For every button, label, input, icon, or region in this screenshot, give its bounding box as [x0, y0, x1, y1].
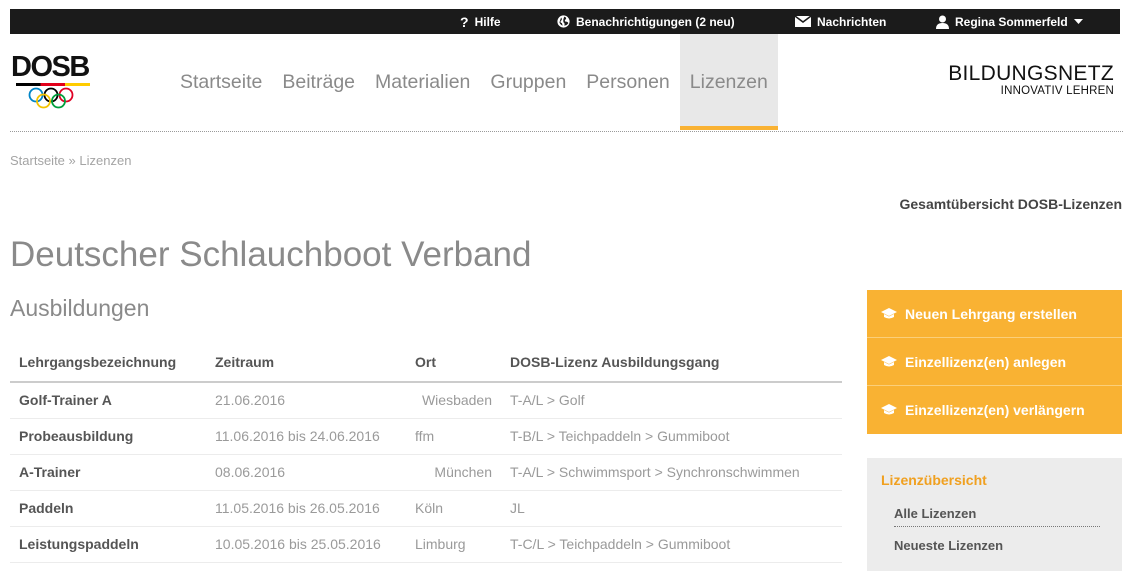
table-row[interactable]: A-Trainer 08.06.2016 München T-A/L > Sch…: [10, 454, 842, 491]
graduation-cap-icon: [881, 307, 897, 318]
main-nav: Startseite Beiträge Materialien Gruppen …: [170, 34, 778, 130]
extend-license-button[interactable]: Einzellizenz(en) verlängern: [867, 386, 1122, 434]
header-lizenz[interactable]: DOSB-Lizenz Ausbildungsgang: [501, 343, 842, 383]
header-zeitraum[interactable]: Zeitraum: [206, 343, 406, 383]
create-course-label: Neuen Lehrgang erstellen: [905, 305, 1077, 322]
course-name[interactable]: Leistungspaddeln: [10, 526, 206, 563]
table-row[interactable]: Paddeln 11.05.2016 bis 26.05.2016 Köln J…: [10, 490, 842, 527]
course-period: 11.06.2016 bis 24.06.2016: [206, 418, 406, 455]
license-overview-item-newest[interactable]: Neueste Lizenzen: [894, 536, 1122, 568]
course-location: Köln: [406, 490, 501, 527]
messages-label: Nachrichten: [817, 14, 887, 29]
caret-down-icon: [1073, 18, 1083, 24]
nav-beitraege[interactable]: Beiträge: [272, 34, 365, 130]
extend-license-label: Einzellizenz(en) verlängern: [905, 402, 1085, 418]
breadcrumb: Startseite » Lizenzen: [10, 153, 131, 168]
header-lehrgangsbezeichnung[interactable]: Lehrgangsbezeichnung: [10, 343, 206, 383]
course-location: Wiesbaden: [406, 382, 501, 419]
breadcrumb-current: Lizenzen: [79, 153, 132, 168]
globe-icon: [557, 15, 570, 28]
license-overview-title: Lizenzübersicht: [881, 472, 987, 488]
course-location: Limburg: [406, 526, 501, 563]
logo-flag-stripe: [16, 83, 90, 86]
nav-materialien[interactable]: Materialien: [365, 34, 480, 130]
header-ort[interactable]: Ort: [406, 343, 501, 383]
nav-personen[interactable]: Personen: [576, 34, 679, 130]
course-license: T-C/L > Teichpaddeln > Gummiboot: [501, 526, 842, 563]
notifications-label: Benachrichtigungen (2 neu): [576, 14, 735, 29]
user-name: Regina Sommerfeld: [955, 14, 1068, 29]
table-row[interactable]: Golf-Trainer A 21.06.2016 Wiesbaden T-A/…: [10, 382, 842, 419]
license-overview-item-label: Neueste Lizenzen: [894, 538, 1004, 553]
nav-lizenzen[interactable]: Lizenzen: [679, 34, 778, 130]
course-name[interactable]: Paddeln: [10, 490, 206, 527]
courses-table: Lehrgangsbezeichnung Zeitraum Ort DOSB-L…: [10, 343, 842, 563]
question-icon: ?: [460, 13, 469, 30]
dosb-logo[interactable]: DOSB: [11, 51, 101, 109]
table-row[interactable]: Leistungspaddeln 10.05.2016 bis 25.05.20…: [10, 526, 842, 563]
messages-link[interactable]: Nachrichten: [795, 9, 886, 34]
table-header-row: Lehrgangsbezeichnung Zeitraum Ort DOSB-L…: [10, 343, 842, 383]
help-label: Hilfe: [474, 14, 501, 29]
course-period: 21.06.2016: [206, 382, 406, 419]
breadcrumb-separator: »: [68, 153, 76, 168]
license-overview-list: Alle Lizenzen Neueste Lizenzen: [881, 504, 1122, 568]
dosb-overview-link[interactable]: Gesamtübersicht DOSB-Lizenzen: [900, 196, 1123, 212]
help-link[interactable]: ? Hilfe: [460, 9, 501, 34]
course-license: T-A/L > Golf: [501, 382, 842, 419]
course-period: 11.05.2016 bis 26.05.2016: [206, 490, 406, 527]
envelope-icon: [795, 16, 811, 27]
create-license-label: Einzellizenz(en) anlegen: [905, 353, 1067, 370]
bildungsnetz-brand[interactable]: BILDUNGSNETZ INNOVATIV LEHREN: [948, 62, 1114, 97]
nav-gruppen[interactable]: Gruppen: [480, 34, 576, 130]
license-overview-panel: Lizenzübersicht Alle Lizenzen Neueste Li…: [867, 458, 1122, 571]
breadcrumb-home[interactable]: Startseite: [10, 153, 65, 168]
top-bar: ? Hilfe Benachrichtigungen (2 neu) Nachr…: [10, 9, 1120, 34]
create-course-button[interactable]: Neuen Lehrgang erstellen: [867, 290, 1122, 338]
graduation-cap-icon: [881, 404, 897, 415]
course-license: T-A/L > Schwimmsport > Synchronschwimmen: [501, 454, 842, 491]
section-title: Ausbildungen: [10, 295, 150, 321]
course-name[interactable]: A-Trainer: [10, 454, 206, 491]
course-name[interactable]: Probeausbildung: [10, 418, 206, 455]
course-license: T-B/L > Teichpaddeln > Gummiboot: [501, 418, 842, 455]
course-name[interactable]: Golf-Trainer A: [10, 382, 206, 419]
create-license-button[interactable]: Einzellizenz(en) anlegen: [867, 338, 1122, 386]
user-icon: [936, 15, 949, 29]
license-overview-item-all[interactable]: Alle Lizenzen: [894, 504, 1122, 536]
user-menu[interactable]: Regina Sommerfeld: [936, 9, 1083, 34]
action-buttons: Neuen Lehrgang erstellen Einzellizenz(en…: [867, 290, 1122, 434]
header-divider: [10, 131, 1123, 132]
brand-title: BILDUNGSNETZ: [948, 62, 1114, 85]
course-period: 10.05.2016 bis 25.05.2016: [206, 526, 406, 563]
nav-startseite[interactable]: Startseite: [170, 34, 272, 130]
table-row[interactable]: Probeausbildung 11.06.2016 bis 24.06.201…: [10, 418, 842, 455]
course-location: München: [406, 454, 501, 491]
license-overview-item-label: Alle Lizenzen: [894, 506, 1100, 527]
course-license: JL: [501, 490, 842, 527]
olympic-rings-icon: [28, 87, 74, 109]
course-location: ffm: [406, 418, 501, 455]
course-period: 08.06.2016: [206, 454, 406, 491]
brand-subtitle: INNOVATIV LEHREN: [1000, 85, 1114, 97]
page-title: Deutscher Schlauchboot Verband: [10, 235, 532, 274]
notifications-link[interactable]: Benachrichtigungen (2 neu): [557, 9, 735, 34]
logo-text: DOSB: [11, 51, 90, 83]
graduation-cap-icon: [881, 355, 897, 366]
